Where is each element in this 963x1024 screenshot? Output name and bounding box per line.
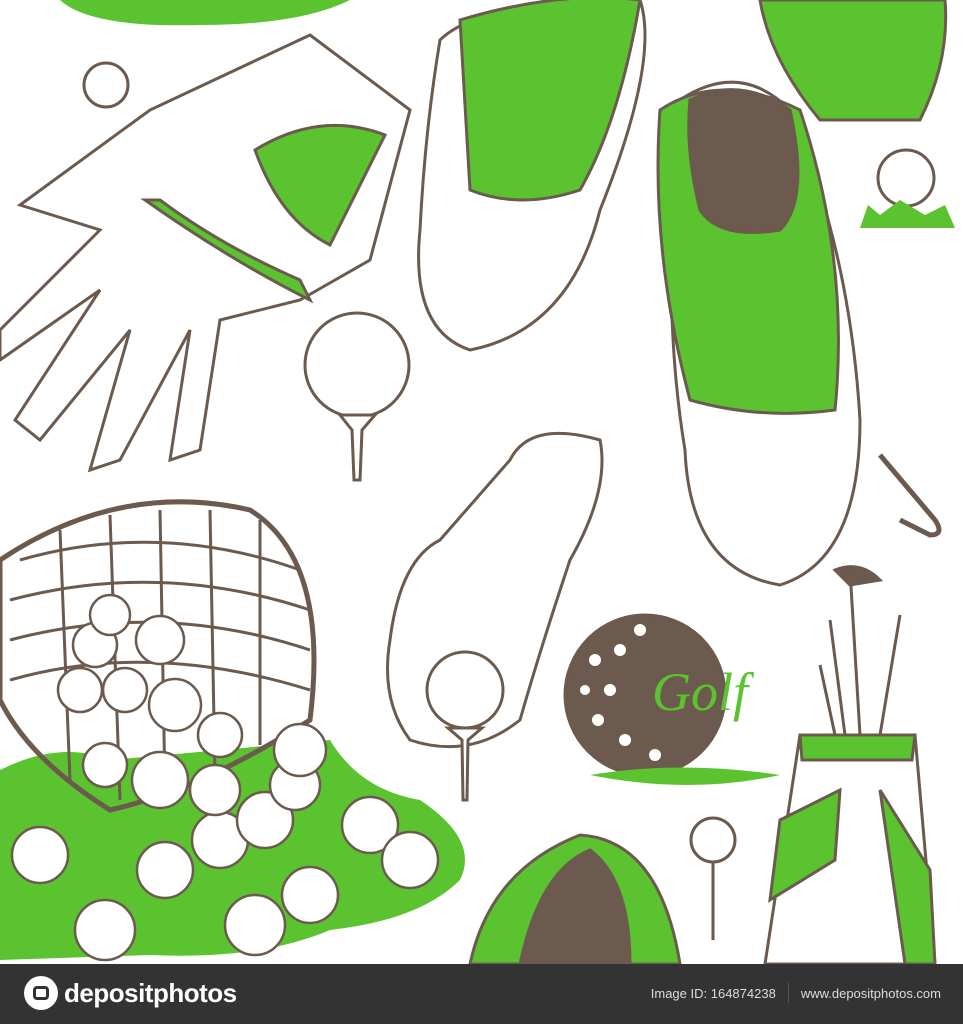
tee bbox=[336, 413, 379, 482]
club-icon bbox=[878, 453, 942, 538]
logo-text: depositphotos bbox=[64, 977, 237, 1008]
golf-ball-on-tee bbox=[303, 311, 411, 419]
image-id: Image ID: 164874238 bbox=[650, 986, 776, 1001]
ball-on-grass bbox=[876, 148, 936, 208]
golf-text: Golf bbox=[652, 662, 755, 722]
depositphotos-logo: depositphotos bbox=[24, 976, 237, 1010]
camera-icon bbox=[24, 976, 58, 1010]
golf-bag-top bbox=[758, 0, 948, 122]
grass-patch-top bbox=[60, 0, 350, 26]
divider bbox=[787, 983, 789, 1003]
golf-clubs bbox=[818, 565, 902, 736]
golf-pattern-illustration: Golf bbox=[0, 0, 955, 964]
shoe-opening bbox=[687, 88, 800, 234]
small-golf-ball bbox=[82, 61, 130, 109]
site-url: www.depositphotos.com bbox=[800, 986, 941, 1001]
tee-icon-head bbox=[689, 816, 737, 864]
ball-in-hand bbox=[425, 650, 505, 730]
watermark-footer: depositphotos Image ID: 164874238 www.de… bbox=[0, 964, 963, 1024]
